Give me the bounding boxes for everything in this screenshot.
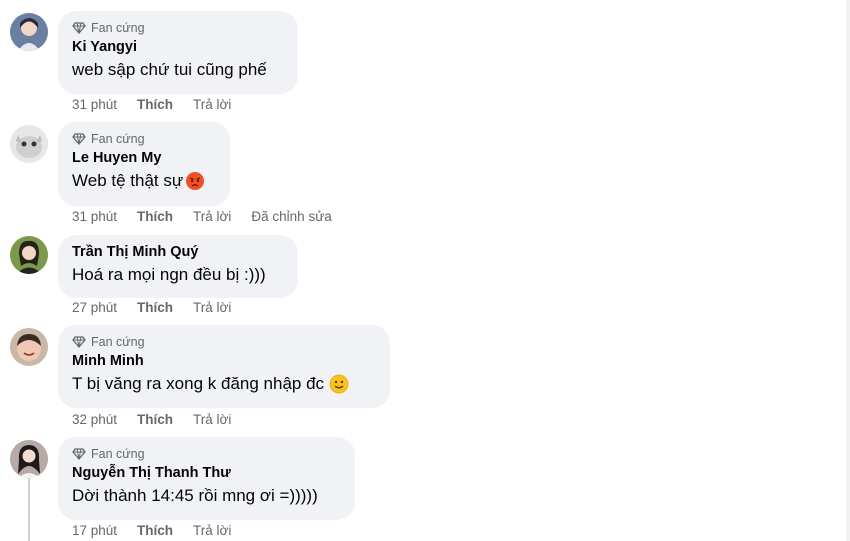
diamond-icon [72, 335, 86, 348]
like-button[interactable]: Thích [137, 209, 173, 224]
diamond-icon [72, 21, 86, 34]
comment-bubble: Fan cứng Minh Minh T bị văng ra xong k đ… [58, 325, 390, 408]
comment-actions: 27 phút Thích Trả lời [72, 300, 251, 315]
fan-badge[interactable]: Fan cứng [72, 333, 376, 350]
reply-button[interactable]: Trả lời [193, 523, 231, 538]
comment-text: Dời thành 14:45 rồi mng ơi =))))) [72, 486, 318, 505]
comment-author[interactable]: Le Huyen My [72, 149, 216, 168]
like-button[interactable]: Thích [137, 300, 173, 315]
fan-badge[interactable]: Fan cứng [72, 19, 284, 36]
comment-text: T bị văng ra xong k đăng nhập đc [72, 374, 325, 393]
comment-actions: 32 phút Thích Trả lời [72, 412, 251, 427]
reply-button[interactable]: Trả lời [193, 300, 231, 315]
badge-label: Fan cứng [91, 20, 145, 35]
like-button[interactable]: Thích [137, 97, 173, 112]
comment-bubble: Fan cứng Ki Yangyi web sập chứ tui cũng … [58, 11, 298, 94]
like-button[interactable]: Thích [137, 523, 173, 538]
reply-button[interactable]: Trả lời [193, 209, 231, 224]
comment-author[interactable]: Ki Yangyi [72, 38, 284, 57]
avatar[interactable] [10, 440, 48, 478]
comment-author[interactable]: Minh Minh [72, 352, 376, 371]
comment-actions: 31 phút Thích Trả lời Đã chỉnh sửa [72, 209, 352, 224]
comment-author[interactable]: Nguyễn Thị Thanh Thư [72, 464, 341, 483]
comment-time[interactable]: 17 phút [72, 523, 117, 538]
slight-smile-icon [329, 374, 349, 394]
diamond-icon [72, 447, 86, 460]
fan-badge[interactable]: Fan cứng [72, 130, 216, 147]
comment-time[interactable]: 31 phút [72, 209, 117, 224]
comment-actions: 17 phút Thích Trả lời [72, 523, 251, 538]
comment-actions: 31 phút Thích Trả lời [72, 97, 251, 112]
comment-time[interactable]: 27 phút [72, 300, 117, 315]
fan-badge[interactable]: Fan cứng [72, 445, 341, 462]
diamond-icon [72, 132, 86, 145]
badge-label: Fan cứng [91, 334, 145, 349]
thread-line [28, 478, 30, 541]
comment-bubble: Trần Thị Minh Quý Hoá ra mọi ngn đều bị … [58, 235, 298, 298]
reply-button[interactable]: Trả lời [193, 97, 231, 112]
comment-bubble: Fan cứng Nguyễn Thị Thanh Thư Dời thành … [58, 437, 355, 520]
avatar[interactable] [10, 328, 48, 366]
avatar[interactable] [10, 236, 48, 274]
comment-text: Web tệ thật sự [72, 171, 184, 190]
scrollbar[interactable] [846, 0, 850, 541]
comment-time[interactable]: 31 phút [72, 97, 117, 112]
reply-button[interactable]: Trả lời [193, 412, 231, 427]
comment-bubble: Fan cứng Le Huyen My Web tệ thật sự [58, 122, 230, 206]
comment-time[interactable]: 32 phút [72, 412, 117, 427]
angry-face-icon [186, 172, 205, 190]
avatar[interactable] [10, 13, 48, 51]
comment-text: web sập chứ tui cũng phế [72, 60, 267, 79]
badge-label: Fan cứng [91, 446, 145, 461]
avatar[interactable] [10, 125, 48, 163]
comment-text: Hoá ra mọi ngn đều bị :))) [72, 265, 266, 284]
edited-label[interactable]: Đã chỉnh sửa [251, 209, 331, 224]
comment-author[interactable]: Trần Thị Minh Quý [72, 243, 284, 262]
badge-label: Fan cứng [91, 131, 145, 146]
like-button[interactable]: Thích [137, 412, 173, 427]
